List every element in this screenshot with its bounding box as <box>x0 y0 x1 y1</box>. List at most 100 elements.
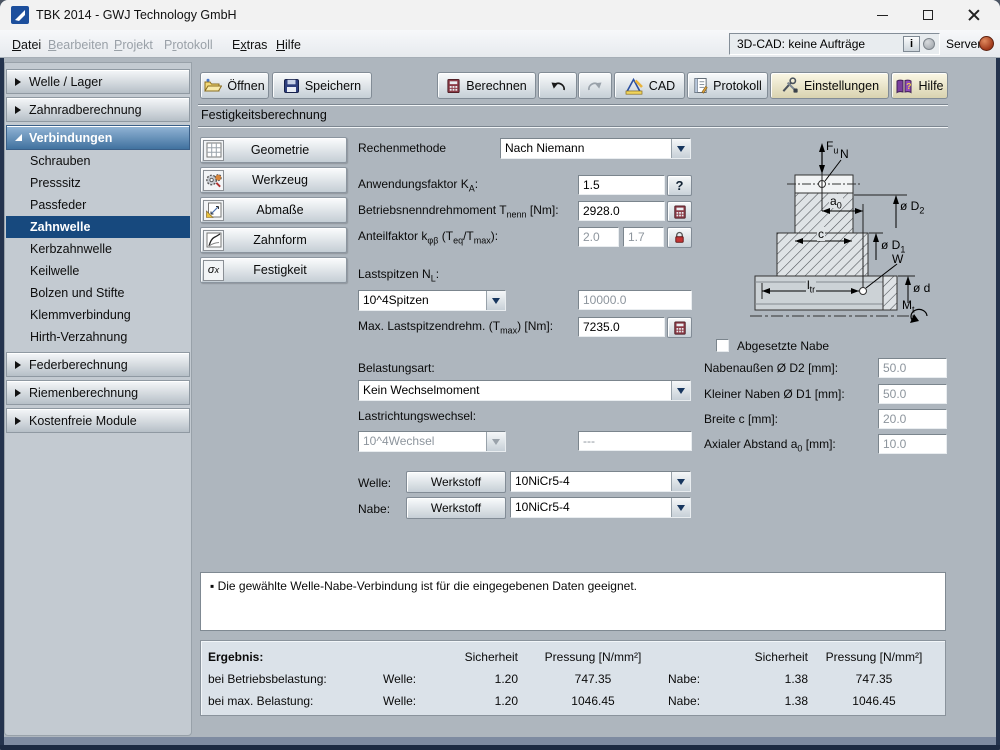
tab-geometrie[interactable]: Geometrie <box>200 137 347 163</box>
tab-abmasse[interactable]: Abmaße <box>200 197 347 223</box>
help-button[interactable]: ? Hilfe <box>891 72 948 99</box>
divider <box>198 104 948 105</box>
anwendungsfaktor-help-button[interactable]: ? <box>667 175 692 196</box>
nabe-werkstoff-button[interactable]: Werkstoff <box>406 497 506 519</box>
status-message: ▪ Die gewählte Welle-Nabe-Verbindung ist… <box>210 579 637 593</box>
cad-button[interactable]: CAD <box>614 72 685 99</box>
gears-icon <box>203 170 224 191</box>
calculator-icon <box>673 321 687 335</box>
chevron-expanded-icon <box>15 134 22 141</box>
col-header-pressung: Pressung [N/mm²] <box>808 650 940 664</box>
lastspitzen-count-input <box>578 290 692 310</box>
sidebar-item-zahnwelle[interactable]: Zahnwelle <box>6 216 190 238</box>
tab-zahnform[interactable]: Zahnform <box>200 227 347 253</box>
sidebar-item-verbindungen[interactable]: Verbindungen <box>6 125 190 150</box>
sidebar-item-passfeder[interactable]: Passfeder <box>6 194 190 216</box>
minimize-icon <box>877 15 888 16</box>
welle-werkstoff-dropdown[interactable]: 10NiCr5-4 <box>510 471 691 492</box>
close-icon <box>968 9 980 21</box>
close-button[interactable] <box>954 2 994 28</box>
tooth-profile-icon <box>203 230 224 251</box>
max-lastspitzen-label: Max. Lastspitzendrehm. (Tmax) [Nm]: <box>358 319 553 333</box>
rechenmethode-dropdown[interactable]: Nach Niemann <box>500 138 691 159</box>
dim-d2-label: ø D2 <box>900 199 924 213</box>
dim-a0-label: a0 <box>829 194 843 208</box>
abgesetzte-nabe-checkbox[interactable] <box>716 339 729 352</box>
result-shaft-pressung: 1046.45 <box>518 694 668 708</box>
menu-protokoll: Protokoll <box>160 35 217 55</box>
minimize-button[interactable] <box>862 2 902 28</box>
maximize-button[interactable] <box>908 2 948 28</box>
help-book-icon: ? <box>895 78 913 94</box>
protocol-button[interactable]: Protokoll <box>687 72 768 99</box>
settings-button[interactable]: Einstellungen <box>770 72 889 99</box>
dim-c-label: c <box>817 227 825 241</box>
welle-werkstoff-button[interactable]: Werkstoff <box>406 471 506 493</box>
anwendungsfaktor-input[interactable] <box>578 175 665 195</box>
calculator-icon <box>446 78 461 94</box>
menu-datei[interactable]: Datei <box>8 35 45 55</box>
divider <box>198 126 948 127</box>
menu-projekt: Projekt <box>110 35 157 55</box>
chevron-right-icon <box>15 389 21 397</box>
open-button[interactable]: Öffnen <box>200 72 269 99</box>
calculate-button[interactable]: Berechnen <box>437 72 536 99</box>
sigma-icon: σx <box>203 260 224 281</box>
dim-fu-label: Fu <box>826 139 838 153</box>
sidebar-item-riemenberechnung[interactable]: Riemenberechnung <box>6 380 190 405</box>
cad-status-indicator <box>923 38 935 50</box>
sidebar-item-federberechnung[interactable]: Federberechnung <box>6 352 190 377</box>
chevron-right-icon <box>15 417 21 425</box>
sidebar-item-klemmverbindung[interactable]: Klemmverbindung <box>6 304 190 326</box>
sidebar-item-hirth-verzahnung[interactable]: Hirth-Verzahnung <box>6 326 190 348</box>
belastungsart-dropdown[interactable]: Kein Wechselmoment <box>358 380 691 401</box>
chevron-down-icon <box>671 498 690 517</box>
redo-button <box>578 72 612 99</box>
nennmoment-calc-button[interactable] <box>667 201 692 222</box>
dim-mt-label: Mt <box>902 298 915 312</box>
nabenaussen-d2-label: Nabenaußen Ø D2 [mm]: <box>704 361 838 375</box>
titlebar: TBK 2014 - GWJ Technology GmbH <box>0 0 1000 30</box>
belastungsart-label: Belastungsart: <box>358 361 435 375</box>
cad-info-button[interactable]: i <box>903 36 920 52</box>
sidebar-item-keilwelle[interactable]: Keilwelle <box>6 260 190 282</box>
lastrichtungswechsel-label: Lastrichtungswechsel: <box>358 409 476 423</box>
nabe-werkstoff-dropdown[interactable]: 10NiCr5-4 <box>510 497 691 518</box>
menu-extras[interactable]: Extras <box>228 35 271 55</box>
tab-festigkeit[interactable]: σx Festigkeit <box>200 257 347 283</box>
frame-strip <box>4 737 996 745</box>
sidebar-item-presssitz[interactable]: Presssitz <box>6 172 190 194</box>
sidebar-item-schrauben[interactable]: Schrauben <box>6 150 190 172</box>
max-lastspitzen-input[interactable] <box>578 317 665 337</box>
sidebar-item-kerbzahnwelle[interactable]: Kerbzahnwelle <box>6 238 190 260</box>
save-button[interactable]: Speichern <box>272 72 372 99</box>
col-header-sicherheit: Sicherheit <box>733 650 808 664</box>
max-lastspitzen-calc-button[interactable] <box>667 317 692 338</box>
sidebar-item-welle-lager[interactable]: Welle / Lager <box>6 69 190 94</box>
frame-right <box>996 58 1000 750</box>
maximize-icon <box>923 10 933 20</box>
anteilfaktor-input-1 <box>578 227 619 247</box>
result-hub-sicherheit: 1.38 <box>733 672 808 686</box>
dim-d1-label: ø D1 <box>881 238 905 252</box>
lastspitzen-dropdown[interactable]: 10^4Spitzen <box>358 290 506 311</box>
result-hub-sicherheit: 1.38 <box>733 694 808 708</box>
axialer-abstand-input <box>878 434 947 454</box>
menu-hilfe[interactable]: Hilfe <box>272 35 305 55</box>
sidebar-item-bolzen-und-stifte[interactable]: Bolzen und Stifte <box>6 282 190 304</box>
tools-icon <box>780 77 799 94</box>
server-status-indicator <box>979 36 994 51</box>
cad-drafting-icon <box>624 77 644 95</box>
rechenmethode-label: Rechenmethode <box>358 141 446 155</box>
page-title: Festigkeitsberechnung <box>201 108 327 122</box>
nennmoment-input[interactable] <box>578 201 665 221</box>
lock-icon <box>673 231 686 244</box>
undo-button[interactable] <box>538 72 577 99</box>
sidebar-item-kostenfreie-module[interactable]: Kostenfreie Module <box>6 408 190 433</box>
anteilfaktor-input-2 <box>623 227 664 247</box>
anteilfaktor-lock-button[interactable] <box>667 227 692 248</box>
sidebar-item-zahnradberechnung[interactable]: Zahnradberechnung <box>6 97 190 122</box>
tab-werkzeug[interactable]: Werkzeug <box>200 167 347 193</box>
hub-shaft-diagram: Fu N a0 ø D2 c ø D1 W ltr ø d Mt <box>700 133 950 331</box>
welle-label: Welle: <box>358 476 391 490</box>
